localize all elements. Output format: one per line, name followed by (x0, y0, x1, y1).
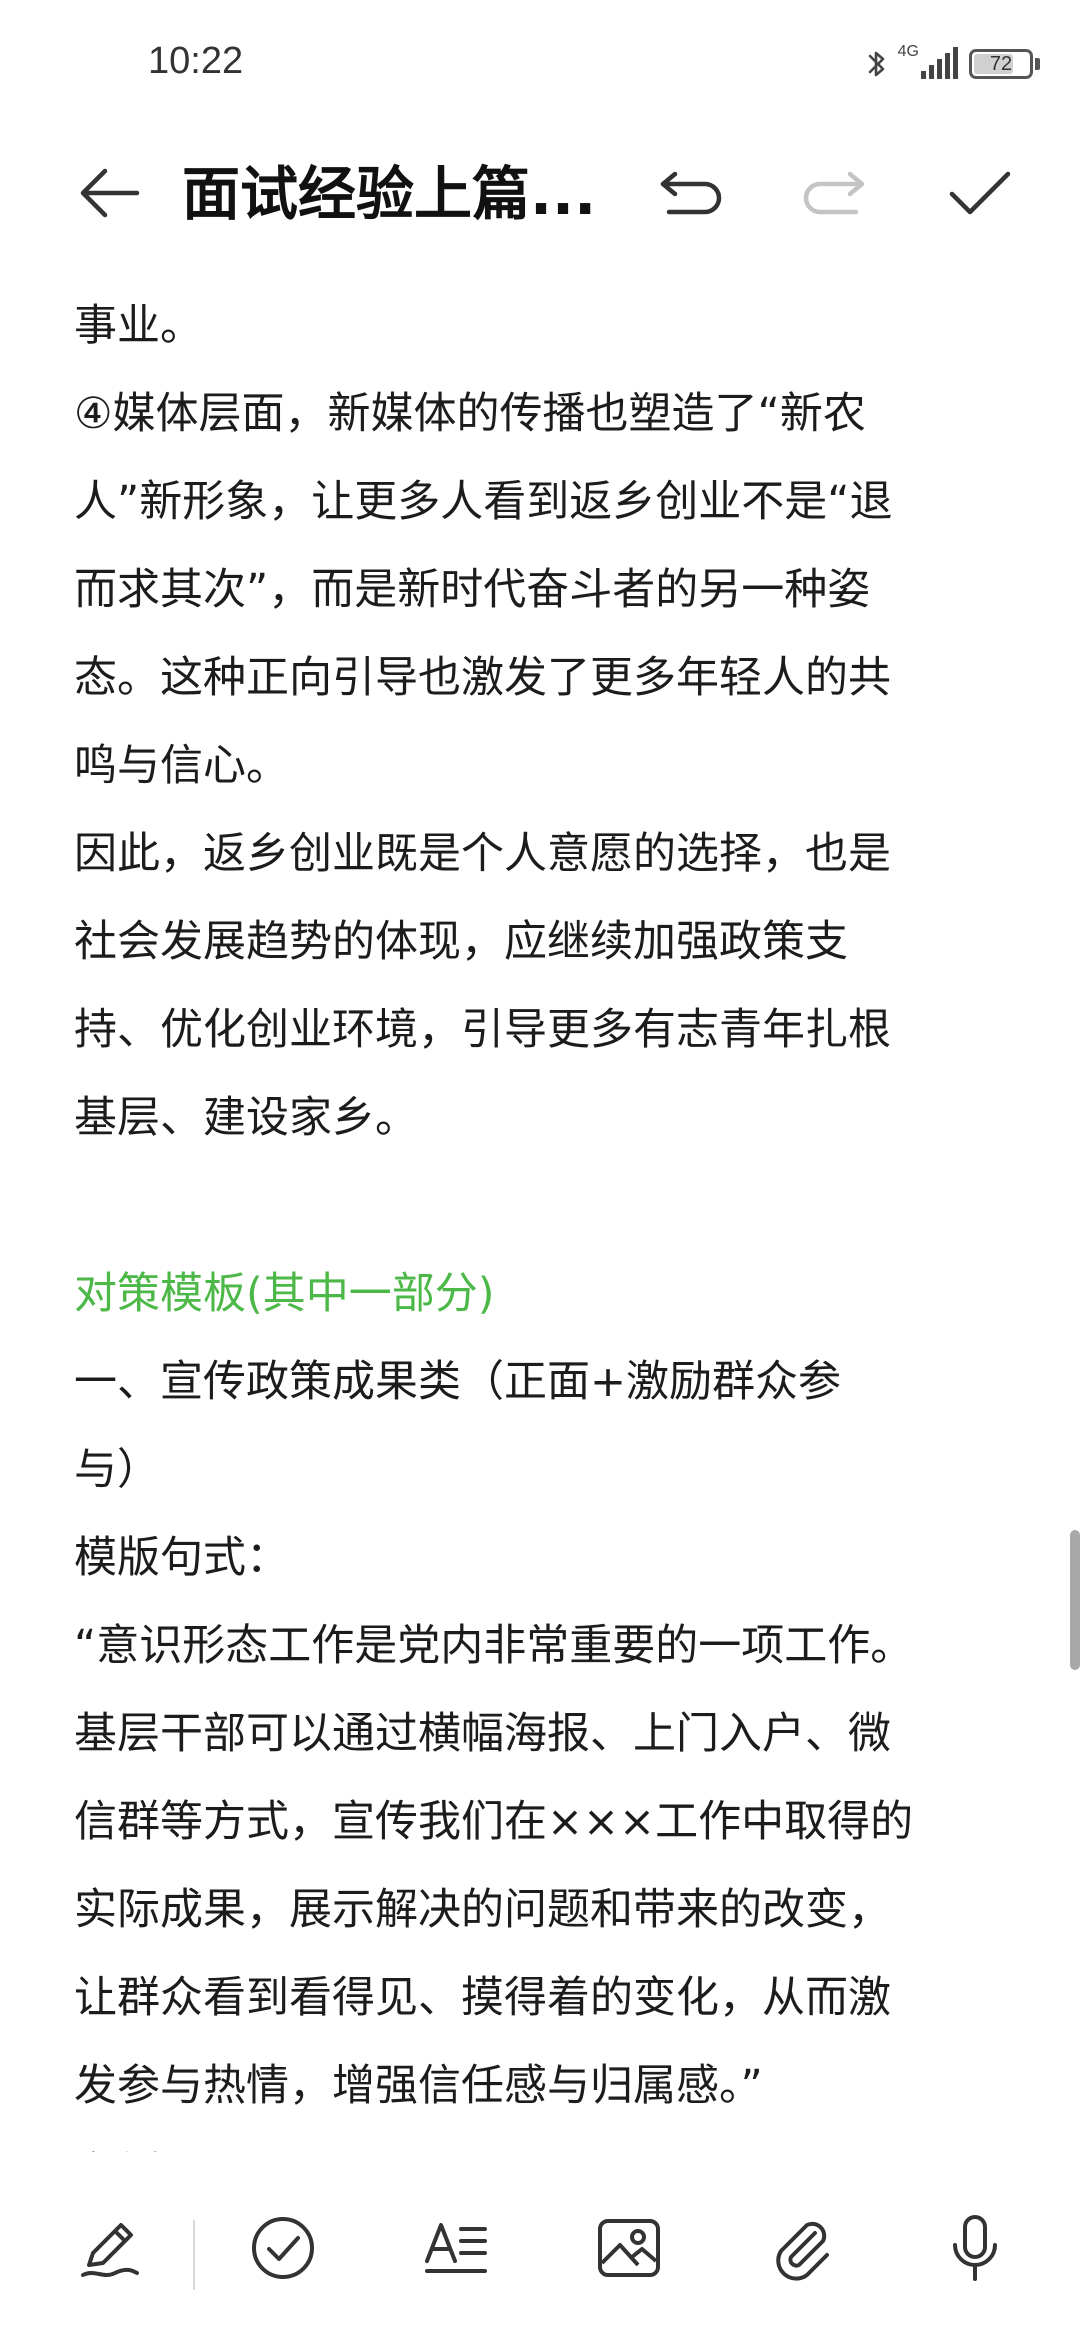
text-format-icon (421, 2213, 491, 2287)
battery-icon: 72 (969, 49, 1040, 79)
section-heading: 对策模板(其中一部分) (74, 1269, 495, 1319)
bottom-toolbar (0, 2180, 1080, 2340)
undo-button[interactable] (640, 140, 740, 250)
text-line: 模版句式： (74, 1533, 289, 1583)
checklist-button[interactable] (223, 2180, 343, 2320)
battery-cap (1035, 58, 1040, 70)
text-line: “意识形态工作是党内非常重要的一项工作。 (74, 1621, 914, 1671)
undo-icon (655, 168, 725, 222)
voice-input-button[interactable] (915, 2180, 1035, 2320)
text-line: 一、宣传政策成果类（正面+激励群众参 (74, 1357, 842, 1407)
check-circle-icon (248, 2213, 318, 2287)
text-line: 基层、建设家乡。 (74, 1093, 418, 1143)
text-line: 发参与热情，增强信任感与归属感。” (74, 2061, 763, 2111)
arrow-left-icon (75, 165, 141, 225)
text-line: 因此，返乡创业既是个人意愿的选择，也是 (74, 829, 891, 879)
text-line: 举例： (74, 2130, 1004, 2152)
note-content[interactable]: 事业。 ④媒体层面，新媒体的传播也塑造了“新农 人”新形象，让更多人看到返乡创业不是… (74, 282, 1004, 2152)
paperclip-icon (767, 2213, 837, 2287)
title-bar: 面试经验上篇... (0, 140, 1080, 250)
microphone-icon (940, 2213, 1010, 2287)
text-line: 鸣与信心。 (74, 741, 289, 791)
scrollbar-thumb[interactable] (1070, 1530, 1080, 1670)
text-line: 而求其次”，而是新时代奋斗者的另一种姿 (74, 565, 871, 615)
text-line: 持、优化创业环境，引导更多有志青年扎根 (74, 1005, 891, 1055)
text-line: 事业。 (74, 301, 203, 351)
text-line: 基层干部可以通过横幅海报、上门入户、微 (74, 1709, 891, 1759)
status-icons: 4G 72 (866, 43, 1040, 84)
network-type-label: 4G (897, 43, 919, 60)
text-format-button[interactable] (396, 2180, 516, 2320)
status-bar: 10:22 4G 72 (0, 0, 1080, 130)
document-title[interactable]: 面试经验上篇... (182, 160, 612, 230)
check-icon (948, 168, 1012, 222)
attachment-button[interactable] (742, 2180, 862, 2320)
status-time: 10:22 (148, 40, 244, 82)
battery-body: 72 (969, 49, 1033, 79)
insert-image-button[interactable] (569, 2180, 689, 2320)
handwriting-button[interactable] (50, 2180, 170, 2320)
redo-button[interactable] (785, 140, 885, 250)
pen-icon (75, 2213, 145, 2287)
done-button[interactable] (930, 140, 1030, 250)
back-button[interactable] (58, 140, 158, 250)
text-line: 实际成果，展示解决的问题和带来的改变， (74, 1885, 891, 1935)
text-line: ④媒体层面，新媒体的传播也塑造了“新农 (74, 389, 866, 439)
text-line: 社会发展趋势的体现，应继续加强政策支 (74, 917, 848, 967)
battery-level: 72 (989, 52, 1013, 75)
text-line: 人”新形象，让更多人看到返乡创业不是“退 (74, 477, 893, 527)
text-line: 态。这种正向引导也激发了更多年轻人的共 (74, 653, 891, 703)
image-icon (594, 2213, 664, 2287)
mobile-data-icon: 4G (898, 43, 959, 81)
redo-icon (800, 168, 870, 222)
bluetooth-icon (866, 47, 888, 81)
text-line: 与） (74, 1445, 160, 1495)
text-line: 让群众看到看得见、摸得着的变化，从而激 (74, 1973, 891, 2023)
text-line: 信群等方式，宣传我们在×××工作中取得的 (74, 1797, 914, 1847)
toolbar-divider (193, 2220, 195, 2290)
